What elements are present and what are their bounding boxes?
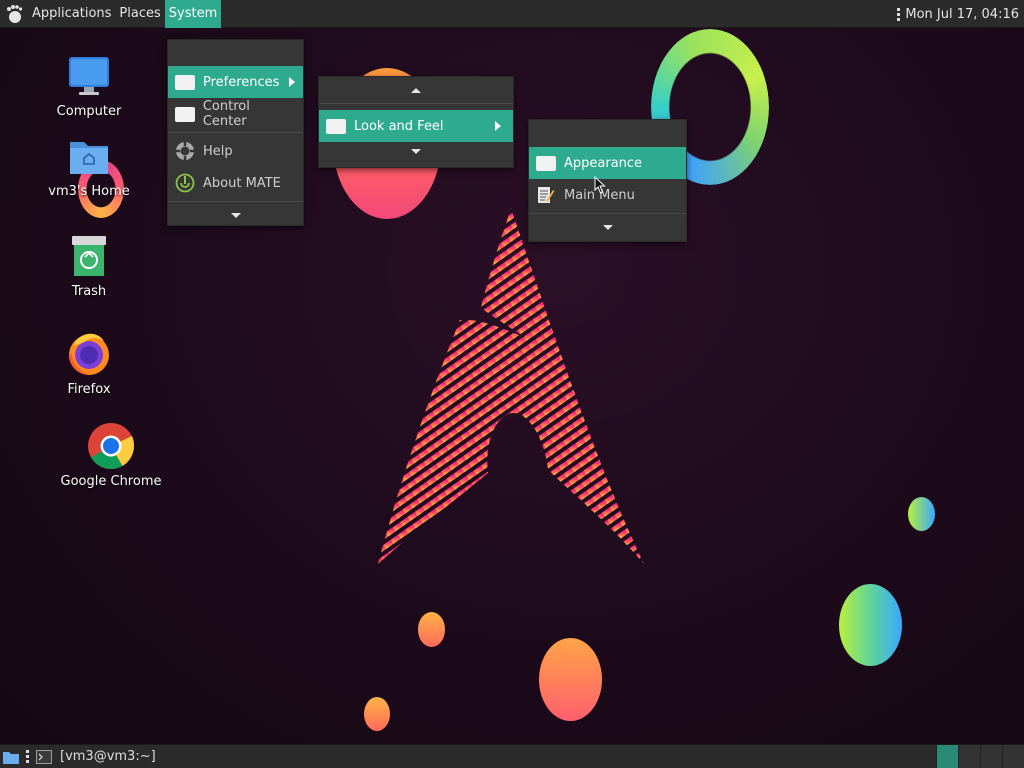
menu-separator: [168, 132, 303, 133]
menu-item-control-center[interactable]: Control Center: [168, 98, 303, 130]
scroll-down-arrow-icon: [411, 148, 421, 154]
workspace-1[interactable]: [936, 745, 958, 768]
submenu-arrow-icon: [289, 77, 295, 87]
top-panel: Applications Places System Mon Jul 17, 0…: [0, 0, 1024, 28]
control-center-blank-icon: [174, 105, 196, 123]
menu-item-about-mate[interactable]: About MATE: [168, 167, 303, 199]
system-menu[interactable]: System: [164, 0, 222, 28]
submenu-arrow-icon: [495, 121, 501, 131]
menu-scroll-up[interactable]: [319, 77, 513, 103]
scroll-down-arrow-icon: [602, 224, 613, 230]
menu-separator: [319, 103, 513, 104]
applications-menu[interactable]: Applications: [28, 0, 115, 28]
menu-item-appearance[interactable]: Appearance: [529, 147, 686, 179]
chrome-icon: [87, 422, 135, 470]
workspace-2[interactable]: [958, 745, 980, 768]
desktop-icon-label: Trash: [71, 284, 107, 299]
workspace-4[interactable]: [1002, 745, 1024, 768]
wallpaper-orb: [364, 697, 390, 731]
mouse-cursor-icon: [594, 176, 606, 194]
wallpaper-orb: [418, 612, 445, 647]
menu-item-look-and-feel[interactable]: Look and Feel: [319, 110, 513, 142]
menu-scroll-top: [529, 120, 686, 147]
desktop-icon-firefox[interactable]: Firefox: [34, 330, 144, 397]
firefox-icon: [65, 330, 113, 378]
menu-editor-icon: [535, 186, 557, 204]
menu-scroll-down[interactable]: [529, 216, 686, 238]
menu-item-label: Look and Feel: [354, 118, 444, 134]
menu-item-label: Preferences: [203, 74, 280, 90]
menu-item-help[interactable]: Help: [168, 135, 303, 167]
panel-handle[interactable]: [893, 0, 903, 28]
look-and-feel-blank-icon: [325, 117, 347, 135]
desktop-icon-label: Firefox: [67, 382, 111, 397]
appearance-blank-icon: [535, 154, 557, 172]
desktop-icon-trash[interactable]: Trash: [34, 232, 144, 299]
preferences-submenu: Look and Feel: [318, 76, 514, 168]
menu-item-main-menu[interactable]: Main Menu: [529, 179, 686, 211]
show-desktop-icon: [3, 751, 19, 764]
menu-scroll-down[interactable]: [319, 142, 513, 160]
taskbar-terminal-button[interactable]: [vm3@vm3:~]: [32, 745, 162, 768]
menu-item-label: Appearance: [564, 155, 643, 171]
menu-scroll-top: [168, 40, 303, 66]
arch-logo: [378, 208, 644, 564]
wallpaper-orb: [908, 497, 935, 531]
desktop-icon-computer[interactable]: Computer: [34, 52, 144, 119]
menu-item-label: Control Center: [202, 99, 250, 129]
scroll-up-arrow-icon: [411, 87, 421, 93]
show-desktop-button[interactable]: [0, 745, 22, 768]
desktop-icon-label: Computer: [56, 104, 122, 119]
terminal-icon: [36, 749, 52, 764]
panel-handle[interactable]: [22, 745, 32, 768]
help-icon: [174, 142, 196, 160]
desktop-icon-chrome[interactable]: Google Chrome: [56, 422, 166, 489]
clock[interactable]: Mon Jul 17, 04:16: [903, 7, 1024, 22]
menu-item-label: Help: [203, 143, 233, 159]
trash-icon: [65, 232, 113, 280]
taskbar-terminal-label: [vm3@vm3:~]: [60, 749, 156, 764]
places-menu[interactable]: Places: [115, 0, 164, 28]
wallpaper-orb: [839, 584, 902, 666]
bottom-panel: [vm3@vm3:~]: [0, 744, 1024, 768]
menu-item-preferences[interactable]: Preferences: [168, 66, 303, 98]
menu-separator: [168, 201, 303, 202]
look-and-feel-submenu: Appearance Main Menu: [528, 119, 687, 242]
desktop-icon-label: Google Chrome: [60, 474, 162, 489]
menu-item-label: About MATE: [203, 175, 281, 191]
wallpaper-orb: [539, 638, 602, 721]
scroll-down-arrow-icon: [230, 212, 241, 218]
desktop-icon-label: vm3's Home: [48, 184, 130, 199]
main-menu-foot-icon[interactable]: [0, 0, 28, 28]
menu-separator: [529, 213, 686, 214]
desktop-icon-home[interactable]: vm3's Home: [34, 132, 144, 199]
mate-icon: [174, 173, 196, 193]
workspace-3[interactable]: [980, 745, 1002, 768]
preferences-blank-icon: [174, 73, 196, 91]
home-folder-icon: [65, 132, 113, 180]
gnome-foot-icon: [7, 4, 23, 23]
computer-icon: [65, 52, 113, 100]
system-dropdown-menu: Preferences Control Center Help About MA…: [167, 39, 304, 226]
menu-scroll-down[interactable]: [168, 204, 303, 226]
